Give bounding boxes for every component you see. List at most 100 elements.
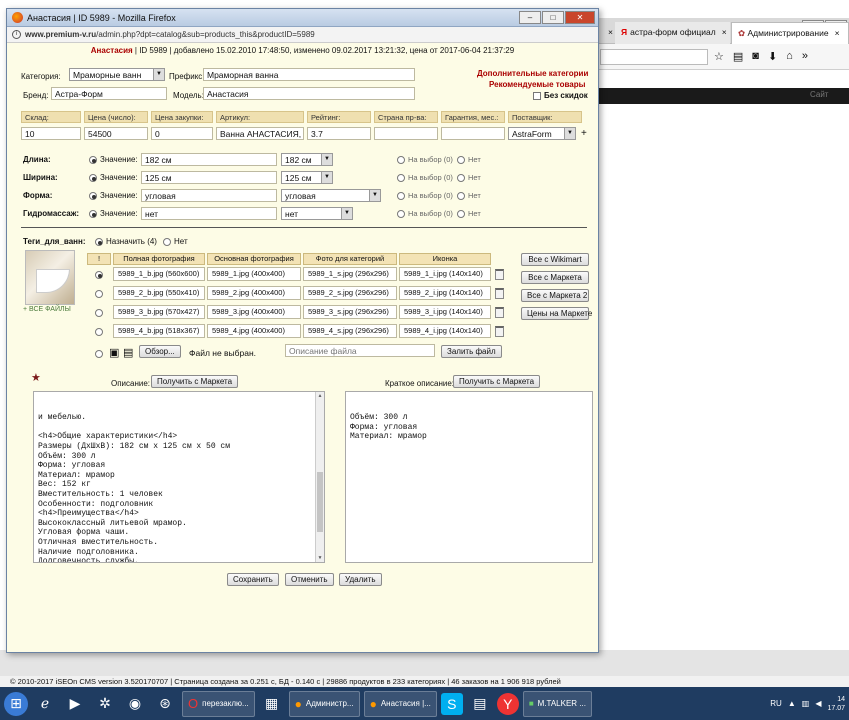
all-from-market-button[interactable]: Все с Маркета <box>521 271 589 284</box>
yandex-browser-icon[interactable]: Y <box>496 692 519 715</box>
minimize-button[interactable]: – <box>519 11 541 24</box>
start-icon[interactable]: ⊞ <box>4 691 28 716</box>
model-input[interactable]: Анастасия <box>203 87 415 100</box>
no-radio[interactable]: Нет <box>457 191 481 201</box>
description-scrollbar[interactable]: ▲ ▼ <box>315 392 324 562</box>
width-select[interactable]: 125 см ▼ <box>281 171 333 184</box>
browse-button[interactable]: Обзор... <box>139 345 181 358</box>
taskbar-item-admin[interactable]: ● Администр... <box>288 690 360 717</box>
on-choice-radio[interactable]: На выбор (0) <box>397 173 453 183</box>
all-from-wikimart-button[interactable]: Все с Wikimart <box>521 253 589 266</box>
on-choice-radio[interactable]: На выбор (0) <box>397 155 453 165</box>
tags-assign-radio[interactable]: Назначить (4) <box>95 237 157 246</box>
icon-photo-cell[interactable]: 5989_1_i.jpg (140x140) <box>399 267 491 281</box>
main-photo-radio[interactable] <box>95 270 106 279</box>
purchase-price-input[interactable]: 0 <box>151 127 213 140</box>
short-description-get-market-button[interactable]: Получить с Маркета <box>453 375 541 388</box>
calculator-icon[interactable]: ▤ <box>467 691 493 717</box>
add-supplier-button[interactable]: + <box>581 128 587 139</box>
category-select[interactable]: Мраморные ванн ▼ <box>69 68 165 81</box>
value-radio[interactable]: Значение: <box>89 191 138 200</box>
no-radio[interactable]: Нет <box>457 173 481 183</box>
background-tab-partial[interactable]: × <box>602 22 614 44</box>
close-tab-icon[interactable]: × <box>722 27 727 37</box>
taskbar-item-mtalker[interactable]: ■ M.TALKER ... <box>522 690 592 717</box>
internet-explorer-icon[interactable]: ℯ <box>32 691 58 717</box>
shape-select[interactable]: угловая ▼ <box>281 189 381 202</box>
full-photo-cell[interactable]: 5989_2_b.jpg (550x410) <box>113 286 205 300</box>
description-get-market-button[interactable]: Получить с Маркета <box>151 375 239 388</box>
all-files-link[interactable]: + ВСЕ ФАЙЛЫ <box>23 306 71 313</box>
trash-icon[interactable] <box>495 326 504 337</box>
volume-icon[interactable]: ◀ <box>815 699 821 708</box>
main-photo-cell[interactable]: 5989_3.jpg (400x400) <box>207 305 301 319</box>
delete-button[interactable]: Удалить <box>339 573 382 586</box>
price-input[interactable]: 54500 <box>84 127 148 140</box>
home-icon[interactable]: ⌂ <box>786 50 793 63</box>
hydromassage-value-input[interactable]: нет <box>141 207 277 220</box>
short-description-textarea[interactable]: Объём: 300 л Форма: угловая Материал: мр… <box>345 391 593 563</box>
on-choice-radio[interactable]: На выбор (0) <box>397 209 453 219</box>
network-icon[interactable]: ▥ <box>802 699 810 708</box>
value-radio[interactable]: Значение: <box>89 173 138 182</box>
category-photo-cell[interactable]: 5989_4_s.jpg (296x296) <box>303 324 397 338</box>
country-input[interactable] <box>374 127 438 140</box>
trash-icon[interactable] <box>495 307 504 318</box>
full-photo-cell[interactable]: 5989_1_b.jpg (560x600) <box>113 267 205 281</box>
market-prices-button[interactable]: Цены на Маркете <box>521 307 592 320</box>
description-textarea[interactable]: и мебелью. <h4>Общие характеристики</h4>… <box>33 391 325 563</box>
clock[interactable]: 14 17.07 <box>827 695 845 713</box>
value-radio[interactable]: Значение: <box>89 209 138 218</box>
no-radio[interactable]: Нет <box>457 209 481 219</box>
settings-icon[interactable]: ✲ <box>92 691 118 717</box>
bookmark-star-icon[interactable]: ☆ <box>714 50 724 63</box>
shape-value-input[interactable]: угловая <box>141 189 277 202</box>
info-icon[interactable]: i <box>12 30 21 39</box>
icon-photo-cell[interactable]: 5989_4_i.jpg (140x140) <box>399 324 491 338</box>
main-photo-cell[interactable]: 5989_4.jpg (400x400) <box>207 324 301 338</box>
no-radio[interactable]: Нет <box>457 155 481 165</box>
hydromassage-select[interactable]: нет ▼ <box>281 207 353 220</box>
icon-photo-cell[interactable]: 5989_2_i.jpg (140x140) <box>399 286 491 300</box>
more-icon[interactable]: » <box>802 50 808 63</box>
prefix-input[interactable]: Мраморная ванна <box>203 68 415 81</box>
category-photo-cell[interactable]: 5989_2_s.jpg (296x296) <box>303 286 397 300</box>
all-from-market-2-button[interactable]: Все с Маркета 2 <box>521 289 589 302</box>
main-photo-radio[interactable] <box>95 308 106 317</box>
background-tab-astra[interactable]: Яастра-форм официал × <box>615 22 730 44</box>
cancel-button[interactable]: Отменить <box>285 573 334 586</box>
rating-input[interactable]: 3.7 <box>307 127 371 140</box>
main-photo-cell[interactable]: 5989_1.jpg (400x400) <box>207 267 301 281</box>
maximize-button[interactable]: □ <box>542 11 564 24</box>
extra-categories-link[interactable]: Дополнительные категории <box>477 69 588 78</box>
brand-input[interactable]: Астра-Форм <box>51 87 167 100</box>
save-button[interactable]: Сохранить <box>227 573 279 586</box>
app-icon[interactable]: ⊛ <box>152 691 178 717</box>
popup-address-bar[interactable]: i www.premium-v.ru/admin.php?dpt=catalog… <box>7 27 598 43</box>
icon-photo-cell[interactable]: 5989_3_i.jpg (140x140) <box>399 305 491 319</box>
tray-arrow-icon[interactable]: ▲ <box>788 699 796 708</box>
file-explorer-icon[interactable]: ▦ <box>259 691 285 717</box>
window-titlebar[interactable]: Анастасия | ID 5989 - Mozilla Firefox – … <box>7 9 598 27</box>
background-tab-admin[interactable]: ✿ Администрирование × <box>731 22 849 44</box>
main-photo-cell[interactable]: 5989_2.jpg (400x400) <box>207 286 301 300</box>
star-icon[interactable]: ★ <box>31 371 41 384</box>
stock-input[interactable]: 10 <box>21 127 81 140</box>
pocket-icon[interactable]: ◙ <box>752 50 759 63</box>
product-thumbnail[interactable] <box>25 250 75 305</box>
upload-file-button[interactable]: Залить файл <box>441 345 502 358</box>
file-description-input[interactable] <box>285 344 435 357</box>
upload-radio[interactable] <box>95 349 106 358</box>
trash-icon[interactable] <box>495 288 504 299</box>
close-tab-icon[interactable]: × <box>835 28 840 38</box>
download-icon[interactable]: ⬇ <box>768 50 777 63</box>
full-photo-cell[interactable]: 5989_4_b.jpg (518x367) <box>113 324 205 338</box>
language-indicator[interactable]: RU <box>770 699 782 708</box>
taskbar-item-opera[interactable]: Oперезаклю... <box>182 690 255 717</box>
trash-icon[interactable] <box>495 269 504 280</box>
skype-icon[interactable]: S <box>440 692 463 715</box>
width-value-input[interactable]: 125 см <box>141 171 277 184</box>
sku-input[interactable]: Ванна АНАСТАСИЯ, <box>216 127 304 140</box>
on-choice-radio[interactable]: На выбор (0) <box>397 191 453 201</box>
supplier-select[interactable]: AstraForm ▼ <box>508 127 576 140</box>
